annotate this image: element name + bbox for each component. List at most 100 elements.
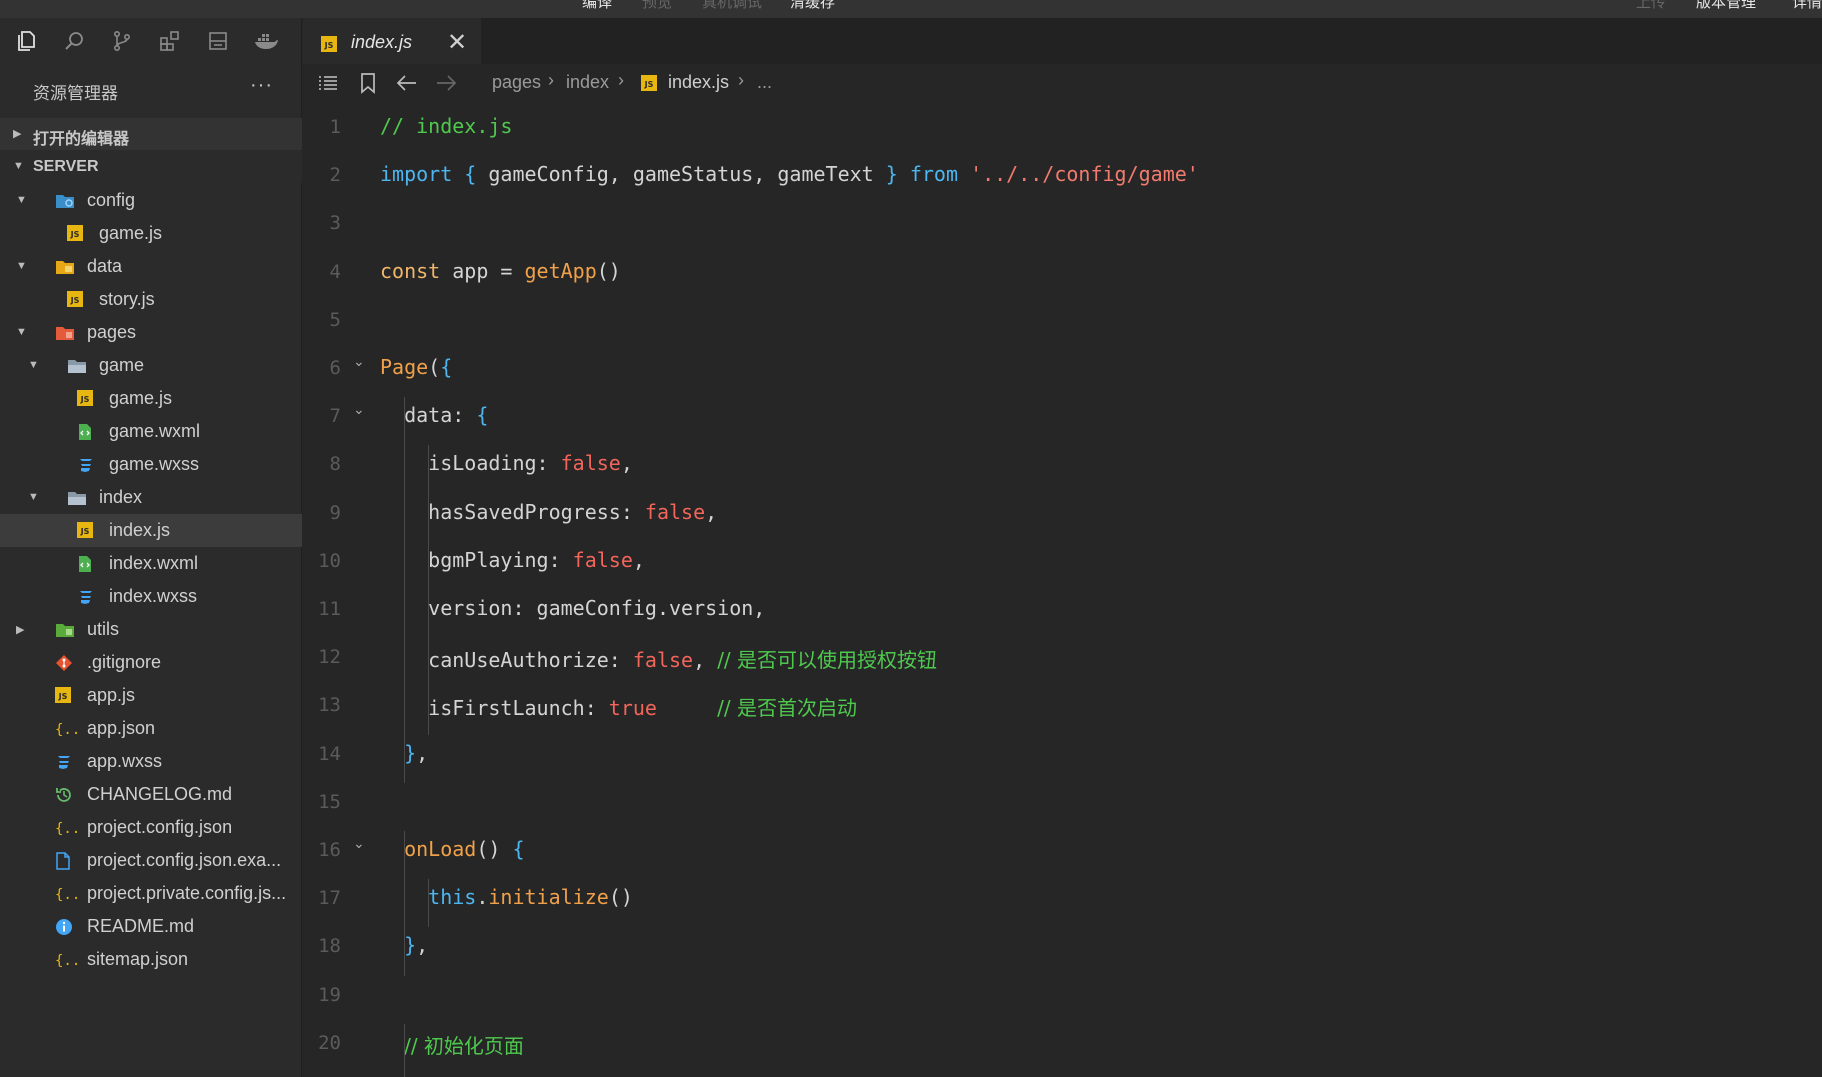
menu-preview[interactable]: 预览 <box>642 0 672 12</box>
tree-item[interactable]: JS app.js <box>0 679 302 712</box>
tree-item[interactable]: CHANGELOG.md <box>0 778 302 811</box>
menu-remote-debug[interactable]: 真机调试 <box>702 0 762 12</box>
js-file-icon: JS <box>67 225 85 243</box>
tree-item[interactable]: JS game.js <box>0 217 302 250</box>
chevron-right-icon: › <box>548 70 554 90</box>
tree-item[interactable]: ▼ game <box>0 349 302 382</box>
tree-item-label: story.js <box>99 289 155 309</box>
breadcrumb-index[interactable]: index <box>566 72 609 93</box>
menu-version-control[interactable]: 版本管理 <box>1696 0 1756 12</box>
tree-item-label: app.json <box>87 718 156 738</box>
code-token: false <box>560 451 621 476</box>
tree-item[interactable]: project.config.json.exa... <box>0 844 302 877</box>
fold-chevron-icon[interactable]: ⌄ <box>353 353 365 370</box>
breadcrumb-file[interactable]: index.js <box>668 72 729 93</box>
folder-icon <box>67 489 86 507</box>
files-icon[interactable] <box>12 27 40 55</box>
tree-item[interactable]: JS index.js <box>0 514 302 547</box>
breadcrumb-symbols[interactable]: ... <box>757 72 772 93</box>
code-token: false <box>644 499 706 524</box>
workspace-section[interactable]: ▼ SERVER <box>0 151 302 183</box>
tree-item[interactable]: README.md <box>0 910 302 943</box>
menu-details[interactable]: 详情 <box>1792 0 1822 12</box>
line-number: 12 <box>318 646 341 669</box>
chevron-down-icon[interactable]: ▼ <box>16 194 27 206</box>
tree-item-label: project.config.json <box>87 817 233 837</box>
source-control-icon[interactable] <box>108 27 136 55</box>
code-token: ( <box>428 355 441 379</box>
tree-item-label: game <box>99 355 145 375</box>
chevron-right-icon[interactable]: ▶ <box>16 623 24 636</box>
chevron-down-icon[interactable]: ▼ <box>16 260 27 272</box>
code-line: // 初始化页面 <box>380 1030 524 1059</box>
menu-upload[interactable]: 上传 <box>1636 0 1666 12</box>
code-token: Page <box>380 355 429 379</box>
search-icon[interactable] <box>60 27 88 55</box>
close-icon[interactable]: ✕ <box>447 28 467 57</box>
code-token: { <box>512 837 525 861</box>
tree-item[interactable]: {..} project.config.json <box>0 811 302 844</box>
svg-text:{..}: {..} <box>55 887 77 903</box>
open-editors-section[interactable]: ▶ 打开的编辑器 <box>0 118 302 150</box>
tree-item[interactable]: index.wxss <box>0 580 302 613</box>
breadcrumb-bar: pages › index › JS index.js › ... <box>303 64 1822 102</box>
wxss-file-icon <box>77 456 95 474</box>
chevron-down-icon[interactable]: ▼ <box>28 491 39 503</box>
outline-list-icon[interactable] <box>315 70 341 96</box>
tree-item[interactable]: {..} app.json <box>0 712 302 745</box>
tree-item-label: game.wxss <box>109 454 200 474</box>
tree-item[interactable]: app.wxss <box>0 745 302 778</box>
tree-item[interactable]: .gitignore <box>0 646 302 679</box>
code-editor[interactable]: 1 // index.js 2 import { gameConfig, gameSt… <box>303 102 1822 1077</box>
tree-item[interactable]: ▼ pages <box>0 316 302 349</box>
tree-item[interactable]: index.wxml <box>0 547 302 580</box>
tree-item-label: project.config.json.exa... <box>87 850 282 870</box>
fold-chevron-icon[interactable]: ⌄ <box>353 835 365 852</box>
docker-icon[interactable] <box>252 27 280 55</box>
code-token: { <box>440 355 453 379</box>
activity-bar <box>0 18 302 64</box>
breadcrumb-pages[interactable]: pages <box>492 72 541 93</box>
tree-item[interactable]: ▼ data <box>0 250 302 283</box>
js-file-icon: JS <box>55 687 73 705</box>
tree-item[interactable]: ▼ config <box>0 184 302 217</box>
folder-utils-icon <box>55 621 74 639</box>
tree-item-label: sitemap.json <box>87 949 189 969</box>
svg-text:{..}: {..} <box>55 821 77 837</box>
tree-item-label: config <box>87 190 136 210</box>
menu-clear-cache[interactable]: 清缓存 <box>790 0 835 12</box>
code-token: false <box>632 648 694 673</box>
tree-item[interactable]: JS story.js <box>0 283 302 316</box>
forward-arrow-icon[interactable] <box>433 70 459 96</box>
line-number: 7 <box>329 405 341 428</box>
chevron-right-icon: › <box>618 70 624 90</box>
chevron-down-icon[interactable]: ▼ <box>16 326 27 338</box>
tree-item[interactable]: game.wxss <box>0 448 302 481</box>
storage-icon[interactable] <box>204 27 232 55</box>
tab-index-js[interactable]: JS index.js ✕ <box>303 18 481 64</box>
line-number: 15 <box>318 790 341 813</box>
code-token: // index.js <box>380 114 513 138</box>
explorer-title: 资源管理器 <box>33 84 118 103</box>
extensions-icon[interactable] <box>156 27 184 55</box>
code-token: { <box>464 162 477 187</box>
tree-item[interactable]: {..} project.private.config.js... <box>0 877 302 910</box>
tree-item[interactable]: {..} sitemap.json <box>0 943 302 976</box>
menu-compile[interactable]: 编译 <box>582 0 612 12</box>
back-arrow-icon[interactable] <box>394 70 420 96</box>
more-actions-icon[interactable]: ··· <box>250 74 273 97</box>
tree-item[interactable]: ▶ utils <box>0 613 302 646</box>
tree-item[interactable]: JS game.js <box>0 382 302 415</box>
tree-item-label: app.wxss <box>87 751 163 771</box>
tree-item-label: index.wxml <box>109 553 199 573</box>
tree-item[interactable]: game.wxml <box>0 415 302 448</box>
bookmark-icon[interactable] <box>355 70 381 96</box>
code-token: // 是否首次启动 <box>717 696 858 721</box>
js-file-icon: JS <box>77 390 95 408</box>
fold-chevron-icon[interactable]: ⌄ <box>353 401 365 418</box>
tree-item[interactable]: ▼ index <box>0 481 302 514</box>
chevron-down-icon[interactable]: ▼ <box>28 359 39 371</box>
